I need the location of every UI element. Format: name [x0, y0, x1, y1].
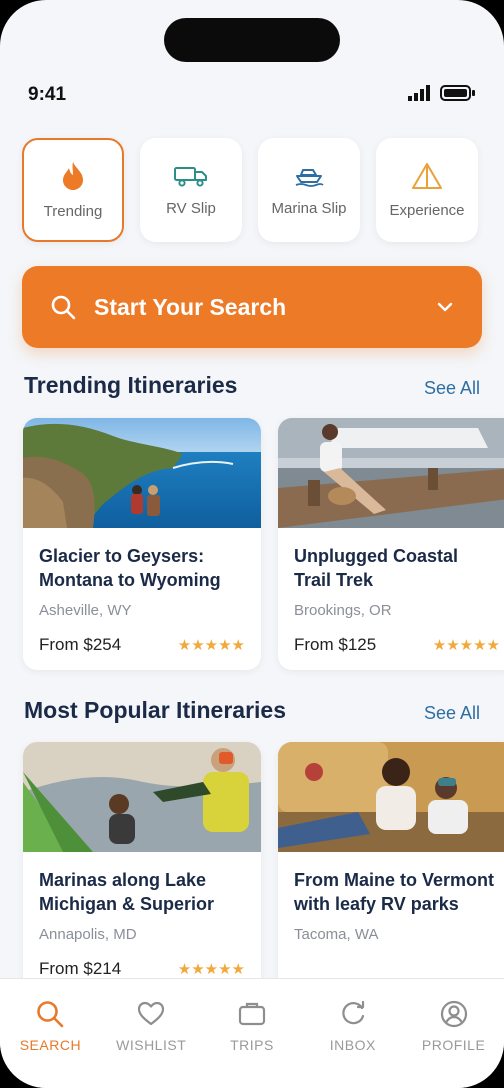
itinerary-card[interactable]: From Maine to Vermont with leafy RV park… [278, 742, 504, 1002]
nav-trips[interactable]: TRIPS [207, 999, 297, 1088]
itinerary-card[interactable]: Marinas along Lake Michigan & Superior A… [23, 742, 261, 1002]
chevron-down-icon [437, 302, 453, 312]
search-label: Start Your Search [94, 293, 287, 320]
card-title: Glacier to Geysers: Montana to Wyoming [39, 546, 221, 590]
flame-icon [63, 161, 83, 190]
nav-inbox[interactable]: INBOX [308, 999, 398, 1088]
bottom-nav: SEARCH WISHLIST TRIPS INBOX PROFILE [0, 978, 504, 1088]
dynamic-island [164, 18, 340, 62]
nav-label: PROFILE [421, 1037, 486, 1053]
nav-label: TRIPS [230, 1037, 274, 1053]
category-label: Experience [389, 201, 465, 219]
nav-label: SEARCH [19, 1037, 82, 1053]
chat-icon [342, 1000, 364, 1025]
card-location: Tacoma, WA [294, 926, 379, 943]
card-image-friends-outdoors [278, 742, 504, 852]
trending-see-all-link[interactable]: See All [424, 378, 480, 399]
truck-icon [174, 166, 207, 187]
search-icon [51, 295, 76, 320]
category-row: Trending RV Slip Marina Slip Experience [22, 138, 478, 242]
popular-section-title: Most Popular Itineraries [24, 697, 287, 723]
category-experience[interactable]: Experience [376, 138, 478, 242]
profile-icon [440, 1000, 467, 1028]
category-rv-slip[interactable]: RV Slip [140, 138, 242, 242]
heart-icon [138, 1001, 165, 1026]
category-label: RV Slip [166, 199, 216, 217]
category-marina-slip[interactable]: Marina Slip [258, 138, 360, 242]
nav-label: WISHLIST [116, 1037, 187, 1053]
itinerary-card[interactable]: Unplugged Coastal Trail Trek Brookings, … [278, 418, 504, 670]
card-location: Asheville, WY [39, 602, 132, 619]
card-price: From $125 [294, 635, 377, 654]
card-price-row: From $254 ★★★★★ [39, 635, 245, 655]
star-rating: ★★★★★ [177, 961, 245, 978]
category-label: Trending [43, 202, 103, 220]
nav-profile[interactable]: PROFILE [409, 999, 499, 1088]
tent-icon [412, 162, 442, 189]
nav-wishlist[interactable]: WISHLIST [106, 999, 196, 1088]
category-trending[interactable]: Trending [22, 138, 124, 242]
search-icon [37, 1001, 64, 1028]
status-time: 9:41 [28, 84, 67, 105]
card-image-marina-dock [278, 418, 504, 528]
card-image-coastal-cliffs [23, 418, 261, 528]
boat-icon [295, 168, 324, 187]
itinerary-card[interactable]: Glacier to Geysers: Montana to Wyoming A… [23, 418, 261, 670]
card-price-row: From $214 ★★★★★ [39, 959, 245, 979]
card-title: Marinas along Lake Michigan & Superior [39, 870, 215, 914]
star-rating: ★★★★★ [432, 637, 500, 654]
card-image-camping [23, 742, 261, 852]
battery-icon [440, 85, 475, 101]
start-search-button[interactable]: Start Your Search [22, 266, 482, 348]
card-location: Annapolis, MD [39, 926, 137, 943]
card-title: From Maine to Vermont with leafy RV park… [294, 870, 495, 914]
trending-section-title: Trending Itineraries [24, 372, 238, 398]
suitcase-icon [238, 1002, 266, 1026]
card-price-row: From $125 ★★★★★ [294, 635, 500, 655]
signal-icon [408, 85, 430, 101]
card-title: Unplugged Coastal Trail Trek [294, 546, 459, 590]
card-price: From $214 [39, 959, 122, 978]
star-rating: ★★★★★ [177, 637, 245, 654]
card-location: Brookings, OR [294, 602, 392, 619]
status-icons [408, 84, 476, 102]
popular-see-all-link[interactable]: See All [424, 703, 480, 724]
nav-label: INBOX [329, 1037, 376, 1053]
card-price: From $254 [39, 635, 122, 654]
phone-screen: 9:41 Trending RV Slip Marina Slip Experi… [0, 0, 504, 1088]
nav-search[interactable]: SEARCH [5, 999, 95, 1088]
category-label: Marina Slip [271, 199, 347, 217]
